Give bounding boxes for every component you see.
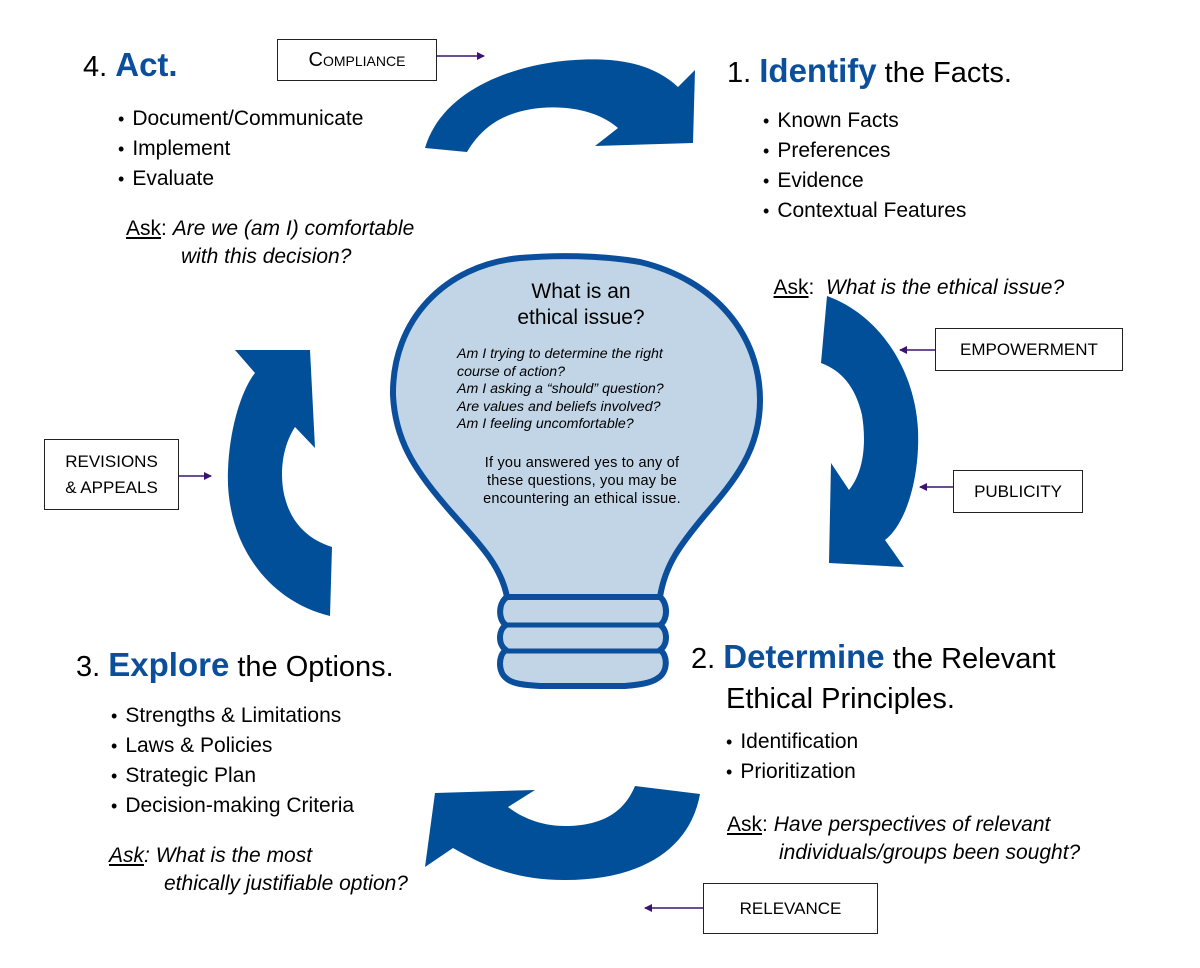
bulb-question: Are values and beliefs involved? [457,398,661,415]
bulb-note-line: If you answered yes to any of [484,455,680,471]
step-2-title-line2: Ethical Principles. [726,683,955,715]
step-1-ask: Ask: What is the ethical issue? [763,246,1065,302]
publicity-label: PUBLICITY [974,481,1062,501]
cycle-arrow-right [821,296,919,567]
empowerment-tag: EMPOWERMENT [935,328,1123,371]
bulb-note: If you answered yes to any of these ques… [452,454,712,508]
ask-separator: : [762,813,774,836]
relevance-label: RELEVANCE [739,898,842,918]
ask-question: What is the ethical issue? [826,276,1065,299]
step-title-rest: the Facts. [876,57,1012,89]
step-1-bullets: Known Facts Preferences Evidence Context… [763,106,966,226]
bulb-question: Am I trying to determine the right [457,346,663,362]
step-2-title: 2. Determine the Relevant [691,640,1056,676]
ask-question-line2: ethically justifiable option? [164,872,408,895]
step-4-act: 4. Act. [83,48,178,84]
compliance-label: Compliance [308,49,406,71]
bullet-item: Preferences [763,136,966,166]
step-keyword: Identify [759,52,877,89]
step-title-rest: the Options. [229,651,394,683]
bullet-item: Prioritization [726,757,858,787]
ask-question: Have perspectives of relevant [773,813,1051,836]
bullet-item: Document/Communicate [118,104,363,134]
ask-separator: : [808,276,827,299]
ask-label: Ask [727,813,763,836]
step-title-rest: the Relevant [884,643,1056,675]
step-2-ask: Ask: Have perspectives of relevant indiv… [727,811,1080,867]
cycle-arrow-bottom [425,786,700,880]
ask-separator: : [144,844,156,867]
step-4-title: 4. Act. [83,48,178,84]
step-1-identify: 1. Identify the Facts. [727,54,1012,90]
bullet-item: Implement [118,134,363,164]
bulb-base [497,594,669,689]
ask-question: Are we (am I) comfortable [172,217,415,240]
bulb-title-line1: What is an [531,280,631,303]
relevance-tag: RELEVANCE [703,883,878,934]
step-3-title: 3. Explore the Options. [76,648,394,684]
empowerment-label: EMPOWERMENT [960,339,1098,359]
bullet-item: Strategic Plan [111,761,354,791]
bullet-item: Known Facts [763,106,966,136]
publicity-tag: PUBLICITY [953,470,1083,513]
step-3-explore: 3. Explore the Options. [76,648,394,684]
bullet-item: Evaluate [118,164,363,194]
bulb-question: course of action? [457,363,566,380]
ask-question: What is the most [155,844,313,867]
step-2-determine: 2. Determine the Relevant Ethical Princi… [691,640,1056,716]
step-4-bullets: Document/Communicate Implement Evaluate [118,104,363,194]
bullet-item: Laws & Policies [111,731,354,761]
ask-label: Ask [126,217,162,240]
ask-question-line2: with this decision? [181,245,352,268]
bulb-question: Am I asking a “should” question? [457,381,664,397]
step-number: 4. [83,51,108,83]
revisions-appeals-tag: REVISIONS & APPEALS [44,439,179,510]
bulb-note-line: encountering an ethical issue. [483,491,681,507]
bullet-item: Contextual Features [763,196,966,226]
cycle-arrow-top [425,59,695,152]
step-2-bullets: Identification Prioritization [726,727,858,787]
ask-separator: : [161,217,173,240]
step-keyword: Act. [115,46,178,83]
ask-label: Ask [773,276,809,299]
bulb-heading: What is an ethical issue? [456,279,706,331]
compliance-tag: Compliance [277,39,437,81]
step-1-title: 1. Identify the Facts. [727,54,1012,90]
step-number: 3. [76,651,101,683]
cycle-arrow-left [227,350,332,616]
step-3-bullets: Strengths & Limitations Laws & Policies … [111,701,354,821]
bullet-item: Identification [726,727,858,757]
revisions-label: REVISIONS [65,451,158,471]
bullet-item: Decision-making Criteria [111,791,354,821]
appeals-label: & APPEALS [65,477,158,497]
step-3-ask: Ask: What is the most ethically justifia… [109,842,408,898]
step-number: 1. [727,57,752,89]
step-keyword: Determine [723,638,885,675]
bulb-note-line: these questions, you may be [487,473,677,489]
ask-label: Ask [109,844,145,867]
bulb-question: Am I feeling uncomfortable? [457,416,634,432]
ask-question-line2: individuals/groups been sought? [779,841,1081,864]
bullet-item: Evidence [763,166,966,196]
bullet-item: Strengths & Limitations [111,701,354,731]
step-keyword: Explore [108,646,230,683]
bulb-title-line2: ethical issue? [517,306,645,329]
step-4-ask: Ask: Are we (am I) comfortable with this… [126,215,414,271]
bulb-questions: Am I trying to determine the right cours… [457,346,707,434]
step-number: 2. [691,643,716,675]
